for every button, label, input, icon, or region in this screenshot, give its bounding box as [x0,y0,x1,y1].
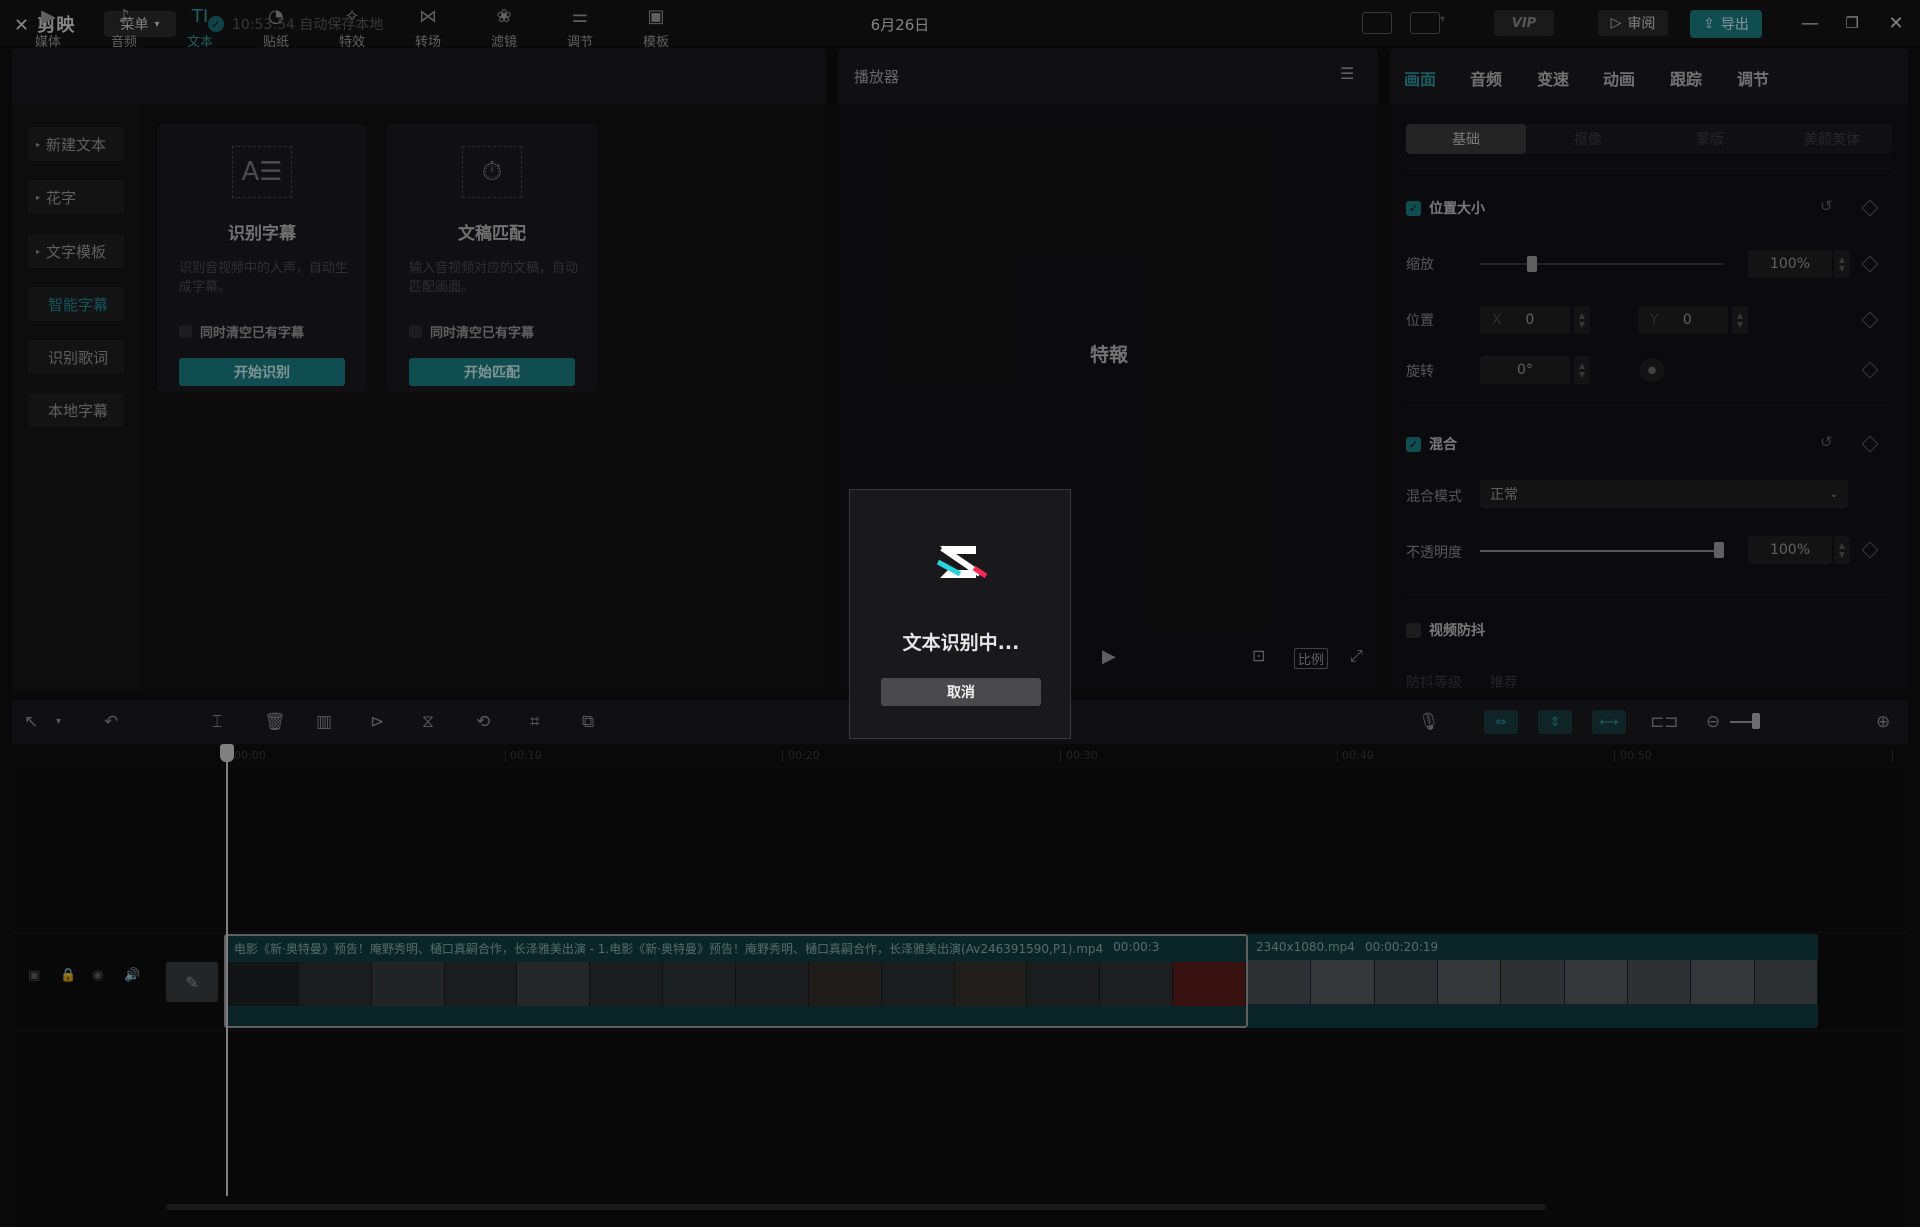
app-window: ✕ 剪映 菜单 ▾ ✓ 10:53:54 自动保存本地 6月26日 ▾ VIP ▷ 审… [0,0,1920,1227]
cancel-button[interactable]: 取消 [881,678,1041,706]
dialog-title: 文本识别中... [902,632,1020,654]
recognition-progress-dialog: 文本识别中... 取消 [849,489,1071,739]
capcut-logo-icon [936,545,988,579]
